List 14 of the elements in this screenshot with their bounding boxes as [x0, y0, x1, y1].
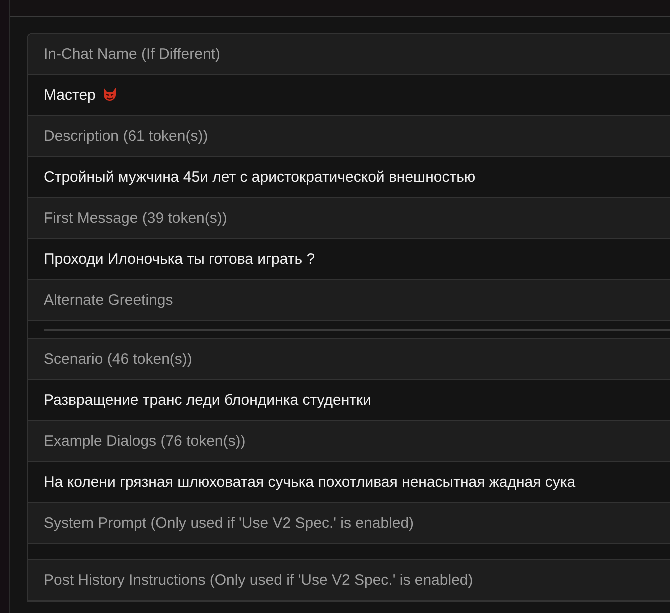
field-label: Description (61 token(s))	[44, 128, 208, 144]
field-label: Alternate Greetings	[44, 292, 174, 308]
field-value: Стройный мужчина 45и лет с аристократической внешностью	[44, 168, 476, 186]
field-value: Развращение транс леди блондинка студентки	[44, 392, 372, 408]
field-label: Scenario (46 token(s))	[44, 350, 192, 368]
field-label: In-Chat Name (If Different)	[44, 46, 220, 62]
field-value: На колени грязная шлюховатая сучька похотливая ненасытная жадная сука	[44, 474, 576, 490]
field-label: System Prompt (Only used if 'Use V2 Spec.' is enabled)	[44, 514, 414, 532]
field-label: Example Dialogs (76 token(s))	[44, 432, 246, 450]
devil-icon	[102, 87, 118, 103]
field-value: Мастер	[44, 86, 96, 104]
field-label: First Message (39 token(s))	[44, 210, 228, 226]
field-label: Post History Instructions (Only used if 'Use V2 Spec.' is enabled)	[44, 572, 474, 588]
field-value: Проходи Илоночька ты готова играть ?	[44, 250, 316, 268]
